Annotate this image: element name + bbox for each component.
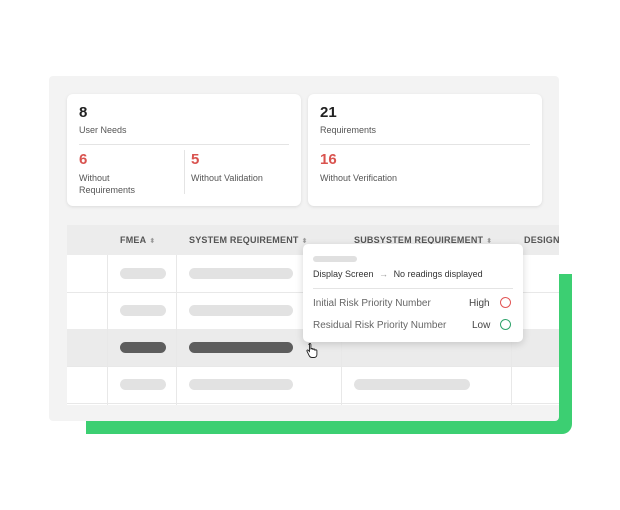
table-row[interactable] (67, 366, 559, 404)
column-divider (107, 255, 108, 405)
column-header-fmea[interactable]: FMEA ⬍ (120, 235, 155, 245)
tooltip-divider (313, 288, 513, 289)
placeholder-cell (120, 268, 166, 279)
placeholder-cell (189, 268, 293, 279)
requirements-label: Requirements (320, 125, 377, 135)
hand-pointer-icon (306, 343, 318, 358)
high-risk-circle-icon (500, 297, 511, 308)
card-divider (79, 144, 289, 145)
low-risk-circle-icon (500, 319, 511, 330)
without-validation-label: Without Validation (191, 173, 263, 183)
without-requirements-label-line2: Requirements (79, 185, 136, 195)
column-header-system-requirement[interactable]: SYSTEM REQUIREMENT ⬍ (189, 235, 308, 245)
card-divider (320, 144, 530, 145)
placeholder-cell (120, 379, 166, 390)
risk-tooltip: Display Screen → No readings displayed I… (303, 244, 523, 342)
arrow-right-icon: → (379, 269, 389, 279)
card-vertical-divider (184, 150, 185, 194)
without-verification-count: 16 (320, 151, 337, 168)
user-needs-count: 8 (79, 104, 88, 121)
initial-risk-value: High (469, 298, 490, 309)
without-validation-count: 5 (191, 151, 200, 168)
user-needs-label: User Needs (79, 125, 127, 135)
placeholder-cell (120, 342, 166, 353)
column-divider (176, 255, 177, 405)
residual-risk-label: Residual Risk Priority Number (313, 320, 447, 331)
placeholder-cell (354, 379, 470, 390)
without-requirements-label-line1: Without (79, 173, 110, 183)
placeholder-cell (189, 342, 293, 353)
requirements-count: 21 (320, 104, 337, 121)
requirements-card: 21 Requirements 16 Without Verification (308, 94, 542, 206)
placeholder-cell (189, 305, 293, 316)
tooltip-title-placeholder (313, 256, 357, 262)
sort-icon[interactable]: ⬍ (149, 238, 155, 245)
without-requirements-count: 6 (79, 151, 88, 168)
residual-risk-value: Low (472, 320, 491, 331)
placeholder-cell (120, 305, 166, 316)
tooltip-display-screen: Display Screen → No readings displayed (313, 269, 483, 279)
without-verification-label: Without Verification (320, 173, 398, 183)
initial-risk-label: Initial Risk Priority Number (313, 298, 431, 309)
user-needs-card: 8 User Needs 6 Without Requirements 5 Wi… (67, 94, 301, 206)
column-header-design[interactable]: DESIGN (524, 235, 559, 245)
placeholder-cell (189, 379, 293, 390)
